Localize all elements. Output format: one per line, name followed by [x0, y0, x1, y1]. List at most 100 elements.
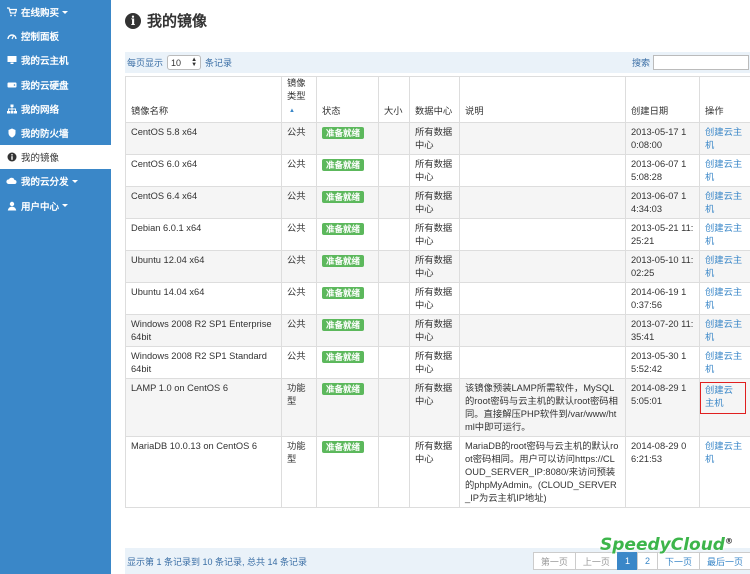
first-page-button[interactable]: 第一页 — [532, 552, 576, 570]
status-badge: 准备就绪 — [322, 383, 365, 395]
cell-datacenter-text: 所有数据中心 — [415, 223, 453, 246]
sidebar-item-label: 我的镜像 — [21, 153, 60, 165]
sidebar-item-control-panel[interactable]: 控制面板 — [0, 24, 111, 48]
page-title: 我的镜像 — [147, 13, 208, 30]
sidebar-item-user-center[interactable]: 用户中心 — [0, 194, 111, 218]
create-cloud-host-link[interactable]: 创建云主机 — [705, 190, 746, 216]
cell-description — [459, 186, 626, 219]
cell-datacenter: 所有数据中心 — [409, 154, 460, 187]
per-page-suffix: 条记录 — [205, 58, 233, 68]
sidebar-item-my-cloud-distribution[interactable]: 我的云分发 — [0, 169, 111, 193]
cell-created-date-text: 2013-07-20 11:35:41 — [631, 319, 694, 342]
sort-asc-icon: ▲ — [289, 108, 295, 114]
cell-image-name: Ubuntu 12.04 x64 — [125, 250, 282, 283]
cell-datacenter: 所有数据中心 — [409, 346, 460, 379]
cell-created-date-text: 2014-06-19 10:37:56 — [631, 287, 687, 310]
cell-datacenter-text: 所有数据中心 — [415, 191, 453, 214]
column-header-type[interactable]: 镜像类型 ▲ — [281, 76, 317, 123]
cell-status: 准备就绪 — [316, 186, 379, 219]
cell-datacenter: 所有数据中心 — [409, 250, 460, 283]
table-row: Ubuntu 14.04 x64 公共 准备就绪 所有数据中心 2014-06-19 1… — [125, 282, 750, 315]
cell-image-type-text: 功能型 — [287, 383, 306, 406]
table-header-row: 镜像名称 镜像类型 ▲ 状态 大小 数据中心 说明 创建日期 操作 — [125, 76, 750, 123]
status-badge: 准备就绪 — [322, 255, 365, 267]
sidebar: 在线购买 控制面板 我的云主机 我的云硬盘 我的网络 我的防火墙 我的镜像 我的… — [0, 0, 111, 574]
sidebar-item-my-cloud-hosts[interactable]: 我的云主机 — [0, 48, 111, 72]
cell-description: MariaDB的root密码与云主机的默认root密码相同。用户可以访问http… — [459, 436, 626, 508]
cell-size — [378, 282, 410, 315]
table-row: MariaDB 10.0.13 on CentOS 6 功能型 准备就绪 所有数据中心… — [125, 436, 750, 508]
status-badge: 准备就绪 — [322, 223, 365, 235]
cell-action: 创建云主机 — [699, 436, 750, 508]
cell-created-date-text: 2013-05-21 11:25:21 — [631, 223, 694, 246]
speedycloud-logo: SpeedyCloud® — [600, 535, 733, 555]
create-cloud-host-link[interactable]: 创建云主机 — [705, 158, 746, 184]
sidebar-item-my-firewall[interactable]: 我的防火墙 — [0, 121, 111, 145]
chevron-down-icon — [62, 10, 69, 14]
cell-created-date-text: 2013-06-07 14:34:03 — [631, 191, 687, 214]
cell-image-type: 公共 — [281, 314, 317, 347]
status-badge: 准备就绪 — [322, 191, 365, 203]
sidebar-item-label: 控制面板 — [21, 32, 60, 44]
status-badge: 准备就绪 — [322, 287, 365, 299]
cell-description — [459, 122, 626, 155]
cell-datacenter-text: 所有数据中心 — [415, 383, 453, 406]
table-row: Windows 2008 R2 SP1 Enterprise 64bit 公共 准备… — [125, 314, 750, 347]
column-header-description[interactable]: 说明 — [459, 76, 626, 123]
cell-image-name: CentOS 6.0 x64 — [125, 154, 282, 187]
main-content: i 我的镜像 每页显示 10 ▲ ▼ 条记录 搜索 镜像名称 镜像类型▲ 状态 … — [111, 0, 750, 574]
create-cloud-host-link[interactable]: 创建云主机 — [705, 350, 746, 376]
cell-image-name: Debian 6.0.1 x64 — [125, 218, 282, 251]
column-header-label: 镜像类型 — [287, 78, 306, 101]
create-cloud-host-link[interactable]: 创建云主机 — [705, 318, 746, 344]
cell-image-name: CentOS 6.4 x64 — [125, 186, 282, 219]
column-header-size[interactable]: 大小 — [378, 76, 410, 123]
cell-status: 准备就绪 — [316, 154, 379, 187]
status-badge: 准备就绪 — [322, 441, 365, 453]
cell-image-name: Ubuntu 14.04 x64 — [125, 282, 282, 315]
search-input[interactable] — [653, 55, 749, 70]
cell-datacenter: 所有数据中心 — [409, 218, 460, 251]
sidebar-item-label: 我的云硬盘 — [21, 80, 69, 92]
create-cloud-host-link[interactable]: 创建云主机 — [705, 254, 746, 280]
create-cloud-host-link[interactable]: 创建云主机 — [700, 382, 746, 414]
cell-created-date-text: 2013-06-07 15:08:28 — [631, 159, 687, 182]
create-cloud-host-link[interactable]: 创建云主机 — [705, 126, 746, 152]
cell-image-name-text: CentOS 6.4 x64 — [131, 191, 198, 201]
cell-status: 准备就绪 — [316, 378, 379, 437]
sidebar-item-my-network[interactable]: 我的网络 — [0, 97, 111, 121]
cell-size — [378, 154, 410, 187]
cell-action: 创建云主机 — [699, 122, 750, 155]
dashboard-icon — [6, 31, 17, 42]
sidebar-item-my-cloud-disks[interactable]: 我的云硬盘 — [0, 73, 111, 97]
create-cloud-host-link[interactable]: 创建云主机 — [705, 222, 746, 248]
create-cloud-host-link[interactable]: 创建云主机 — [705, 440, 746, 466]
column-header-datacenter[interactable]: 数据中心 — [409, 76, 460, 123]
table-row: Ubuntu 12.04 x64 公共 准备就绪 所有数据中心 2013-05-10 1… — [125, 250, 750, 283]
logo-text: SpeedyCloud — [600, 535, 725, 555]
table-row: CentOS 6.0 x64 公共 准备就绪 所有数据中心 2013-06-07 15:… — [125, 154, 750, 187]
create-cloud-host-link[interactable]: 创建云主机 — [705, 286, 746, 312]
cell-image-type: 公共 — [281, 346, 317, 379]
cell-description-text: MariaDB的root密码与云主机的默认root密码相同。用户可以访问http… — [465, 441, 619, 503]
sidebar-item-label: 我的防火墙 — [21, 129, 69, 141]
cell-status: 准备就绪 — [316, 314, 379, 347]
cell-action: 创建云主机 — [699, 314, 750, 347]
cell-datacenter-text: 所有数据中心 — [415, 351, 453, 374]
column-header-created-date[interactable]: 创建日期 — [625, 76, 700, 123]
cell-datacenter-text: 所有数据中心 — [415, 319, 453, 342]
table-toolbar: 每页显示 10 ▲ ▼ 条记录 搜索 — [125, 52, 750, 73]
sidebar-item-online-purchase[interactable]: 在线购买 — [0, 0, 111, 24]
column-header-name[interactable]: 镜像名称 — [125, 76, 282, 123]
shield-icon — [6, 128, 17, 139]
cell-action: 创建云主机 — [699, 378, 750, 437]
cell-status: 准备就绪 — [316, 346, 379, 379]
cell-created-date-text: 2013-05-30 15:52:42 — [631, 351, 687, 374]
disk-icon — [6, 79, 17, 90]
cell-image-name-text: Windows 2008 R2 SP1 Enterprise 64bit — [131, 319, 272, 342]
page-size-select[interactable]: 10 ▲ ▼ — [167, 55, 202, 70]
status-badge: 准备就绪 — [322, 127, 365, 139]
sidebar-item-my-images[interactable]: 我的镜像 — [0, 145, 111, 170]
network-icon — [6, 103, 17, 114]
column-header-status[interactable]: 状态 — [316, 76, 379, 123]
